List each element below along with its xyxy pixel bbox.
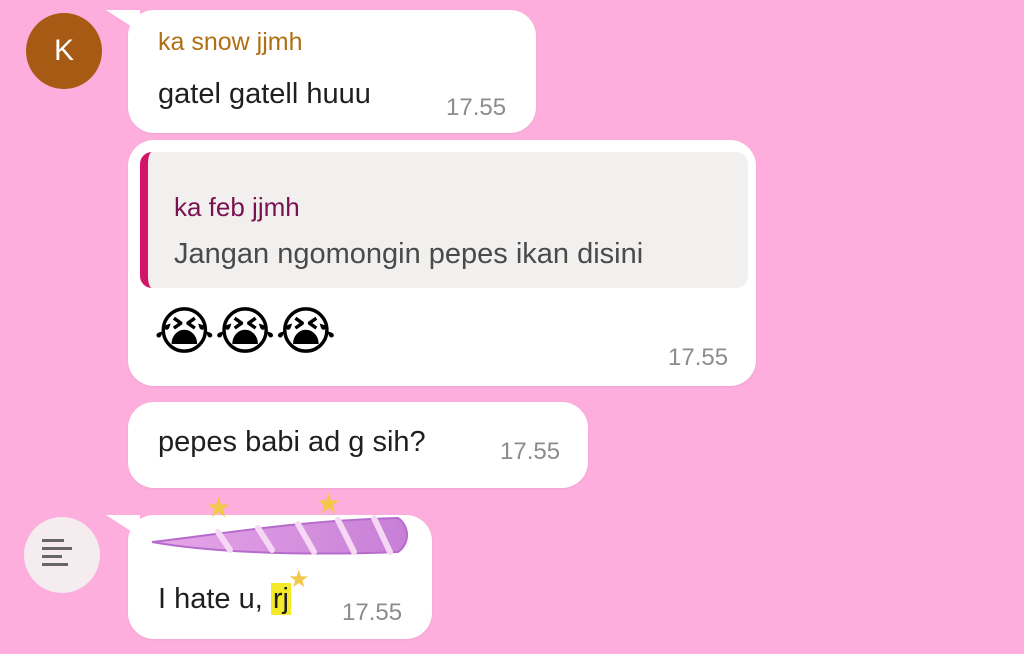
message-text: I hate u, rj [158,583,291,616]
star-sticker-icon: ★ [206,492,232,523]
reply-message-bubble[interactable]: ka feb jjmh Jangan ngomongin pepes ikan … [128,140,756,386]
unicorn-horn-sticker-icon [151,515,408,555]
quoted-message[interactable]: ka feb jjmh Jangan ngomongin pepes ikan … [140,152,748,288]
message-text: gatel gatell huuu [158,78,371,110]
message-bubble[interactable]: ka snow jjmh gatel gatell huuu 17.55 [106,10,536,133]
avatar-letter: K [53,34,74,67]
message-text-main: I hate u, [158,583,271,615]
sender-name[interactable]: ka snow jjmh [158,28,303,57]
sender-avatar[interactable]: K [26,13,102,89]
sticker-thumbnail-icon [42,539,72,566]
message-time: 17.55 [668,344,729,371]
sender-avatar[interactable] [24,517,100,593]
message-bubble[interactable]: pepes babi ad g sih? 17.55 [128,402,588,488]
message-text: pepes babi ad g sih? [158,426,426,458]
message-time: 17.55 [342,599,403,626]
message-time: 17.55 [500,438,561,465]
star-sticker-icon: ★ [316,488,342,519]
quoted-sender-name: ka feb jjmh [174,192,300,222]
quoted-text: Jangan ngomongin pepes ikan disini [174,238,644,270]
star-sticker-icon: ★ [288,566,310,593]
message-time: 17.55 [446,94,507,121]
crying-emoji-message: 😭😭😭 [154,303,337,361]
